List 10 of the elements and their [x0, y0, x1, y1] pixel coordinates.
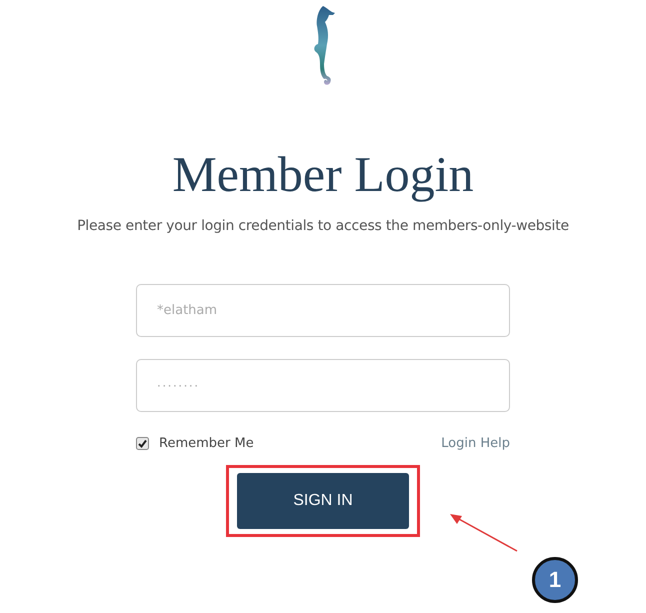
page-title: Member Login — [172, 145, 474, 204]
checkbox[interactable] — [136, 437, 149, 450]
username-field[interactable]: *elatham — [136, 284, 510, 337]
instruction-text: Please enter your login credentials to access the members-only-website — [77, 218, 569, 234]
password-field[interactable]: ········ — [136, 359, 510, 412]
annotation-arrow — [449, 513, 519, 553]
sign-in-button[interactable]: SIGN IN — [237, 473, 409, 529]
remember-me-label: Remember Me — [159, 436, 254, 451]
login-help-link[interactable]: Login Help — [441, 436, 510, 451]
step-number-badge: 1 — [532, 557, 578, 603]
